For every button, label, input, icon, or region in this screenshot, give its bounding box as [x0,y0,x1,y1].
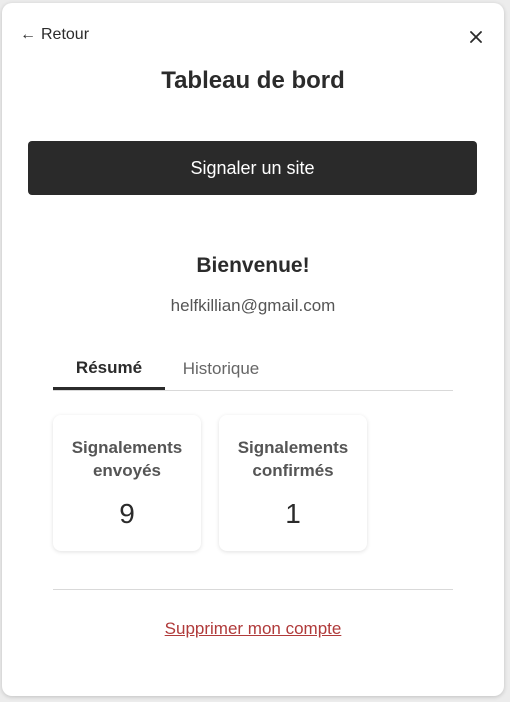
delete-account-link[interactable]: Supprimer mon compte [2,619,504,639]
stat-value-sent: 9 [119,498,135,529]
back-label: Retour [41,26,90,43]
tab-resume[interactable]: Résumé [53,349,165,390]
stat-label-confirmed: Signalements confirmés [237,438,349,480]
close-button[interactable] [466,27,486,47]
report-site-button[interactable]: Signaler un site [28,141,477,195]
tab-historique[interactable]: Historique [165,349,277,389]
stat-label-sent: Signalements envoyés [71,438,183,480]
page-title: Tableau de bord [161,67,345,94]
stat-value-confirmed: 1 [285,498,301,529]
stats-cards: Signalements envoyés 9 Signalements conf… [53,415,367,551]
welcome-heading: Bienvenue! [196,254,310,277]
section-divider [53,589,453,590]
back-link[interactable]: ← Retour [20,26,89,44]
back-arrow-icon: ← [20,26,36,43]
stat-card-confirmed: Signalements confirmés 1 [219,415,367,551]
dashboard-tabs: Résumé Historique [53,349,453,391]
stat-card-sent: Signalements envoyés 9 [53,415,201,551]
dashboard-panel: ← Retour Tableau de bord Signaler un sit… [2,3,504,696]
user-email: helfkillian@gmail.com [170,296,336,315]
close-icon [470,31,482,43]
